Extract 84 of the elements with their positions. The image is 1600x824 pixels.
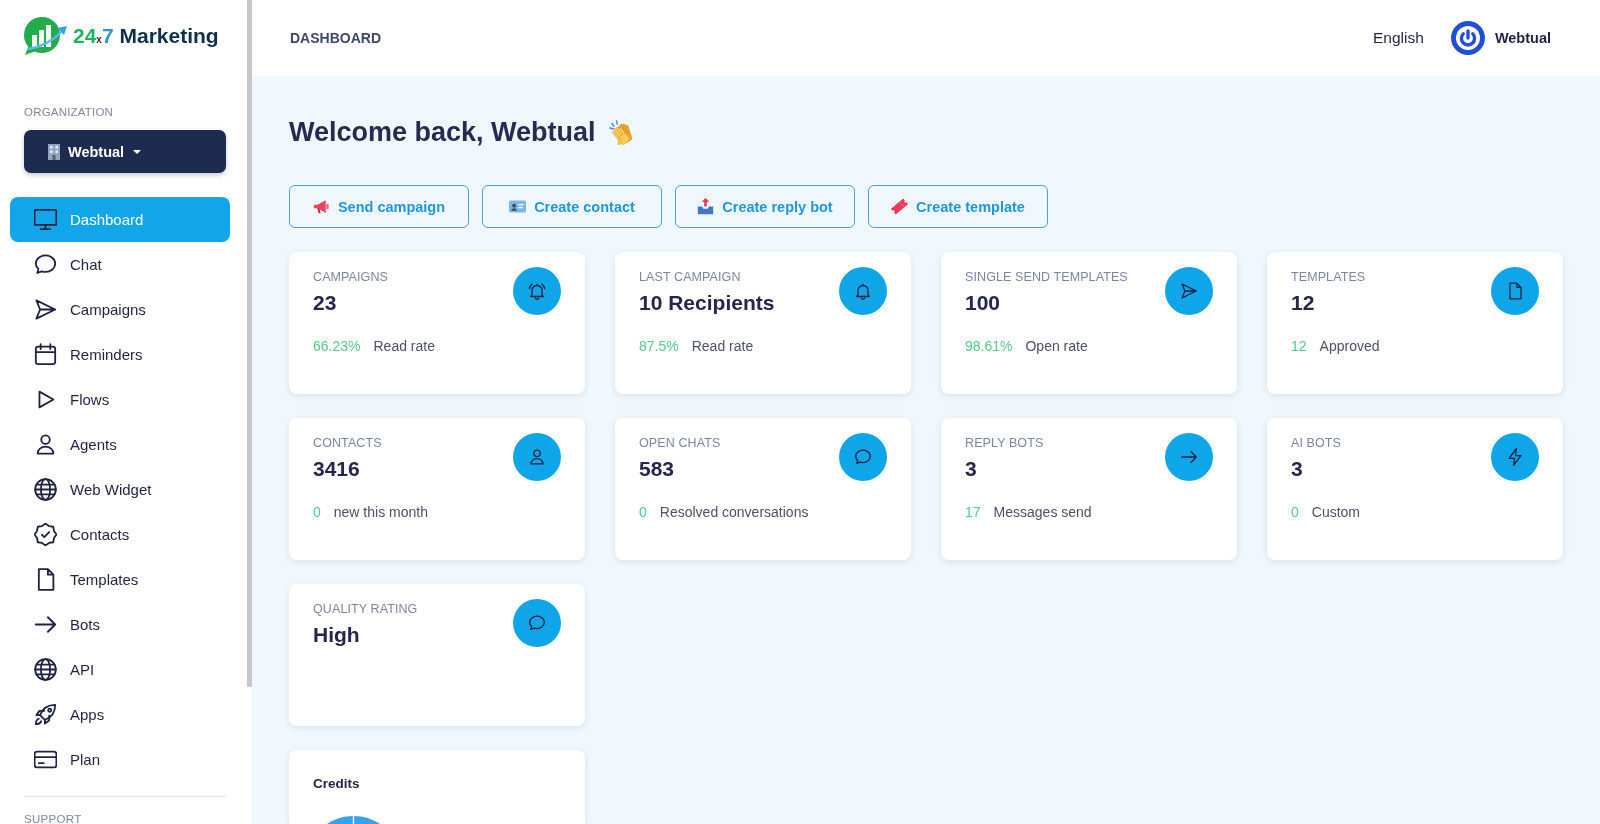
rocket-icon <box>34 703 57 726</box>
stat-value: 66.23% <box>313 337 361 356</box>
globe-icon <box>34 478 57 501</box>
card-value: 23 <box>313 290 337 316</box>
megaphone-icon <box>312 198 330 215</box>
caret-icon <box>133 149 142 154</box>
logo-text: 24x7 Marketing <box>73 24 219 48</box>
scrollbar-thumb[interactable] <box>247 0 252 687</box>
calendar-icon <box>34 343 57 366</box>
card-label: TEMPLATES <box>1291 269 1366 285</box>
stat-value: 12 <box>1291 337 1307 356</box>
stat-value: 17 <box>965 503 981 522</box>
card-label: QUALITY RATING <box>313 601 418 617</box>
card-label: LAST CAMPAIGN <box>639 269 741 285</box>
stat-value: 98.61% <box>965 337 1013 356</box>
card-value: 100 <box>965 290 1001 316</box>
language-selector[interactable]: English <box>1373 29 1424 47</box>
stat-label: Read rate <box>373 337 435 356</box>
card-label: CAMPAIGNS <box>313 269 388 285</box>
credit-card-icon <box>34 748 57 771</box>
person-icon <box>34 433 57 456</box>
nav-item[interactable]: Templates <box>10 557 230 602</box>
chat-bubble-icon <box>839 433 887 481</box>
document-icon <box>1491 267 1539 315</box>
nav-item[interactable]: Reminders <box>10 332 230 377</box>
nav-item[interactable]: Chat <box>10 242 230 287</box>
nav-item[interactable]: Plan <box>10 737 230 782</box>
card-label: AI BOTS <box>1291 435 1342 451</box>
stat-value: 0 <box>1291 503 1299 522</box>
card-value: High <box>313 622 360 648</box>
nav-item[interactable]: Bots <box>10 602 230 647</box>
user-menu[interactable]: Webtual <box>1450 21 1551 55</box>
chat-bubble-icon <box>34 253 57 276</box>
section-label: SUPPORT <box>24 813 82 824</box>
stat-label: Open rate <box>1025 337 1088 356</box>
arrow-right-icon <box>1165 433 1213 481</box>
stat-label: Custom <box>1311 503 1361 522</box>
card-label: REPLY BOTS <box>965 435 1044 451</box>
nav-item[interactable]: Flows <box>10 377 230 422</box>
welcome-heading: Welcome back, Webtual <box>289 116 596 148</box>
arrow-right-icon <box>34 613 57 636</box>
organization-dropdown[interactable]: Webtual <box>24 130 226 173</box>
card-value: 12 <box>1291 290 1315 316</box>
nav-item[interactable]: Web Widget <box>10 467 230 512</box>
lightning-icon <box>1491 433 1539 481</box>
card-value: 3 <box>1291 456 1303 482</box>
nav-item[interactable]: API <box>10 647 230 692</box>
globe-icon <box>34 658 57 681</box>
ringing-bell-icon <box>513 267 561 315</box>
card-title: Credits <box>313 776 360 792</box>
chat-bubble-icon <box>513 599 561 647</box>
nav-item[interactable]: Campaigns <box>10 287 230 332</box>
outbox-tray-icon <box>697 198 715 215</box>
person-icon <box>513 433 561 481</box>
page-title: DASHBOARD <box>290 30 381 46</box>
badge-check-icon <box>34 523 57 546</box>
ticket-icon <box>891 198 909 215</box>
send-icon <box>1165 267 1213 315</box>
monitor-icon <box>34 208 57 231</box>
stat-label: new this month <box>333 503 428 522</box>
nav-item[interactable]: Contacts <box>10 512 230 557</box>
send-icon <box>34 298 57 321</box>
card-value: 583 <box>639 456 675 482</box>
logo-icon <box>22 15 68 57</box>
stat-label: Resolved conversations <box>659 503 809 522</box>
card-label: CONTACTS <box>313 435 382 451</box>
card-value: 3416 <box>313 456 360 482</box>
stat-label: Approved <box>1319 337 1380 356</box>
stat-value: 87.5% <box>639 337 679 356</box>
power-icon <box>1450 21 1485 55</box>
stat-label: Messages send <box>993 503 1092 522</box>
stat-value: 0 <box>639 503 647 522</box>
card-value: 3 <box>965 456 977 482</box>
bell-icon <box>839 267 887 315</box>
card-label: SINGLE SEND TEMPLATES <box>965 269 1128 285</box>
nav-item[interactable]: Apps <box>10 692 230 737</box>
card-value: 10 Recipients <box>639 290 775 316</box>
stat-label: Read rate <box>691 337 754 356</box>
building-icon <box>46 143 62 160</box>
nav-item[interactable]: Agents <box>10 422 230 467</box>
card-label: OPEN CHATS <box>639 435 721 451</box>
id-card-icon <box>509 198 527 215</box>
section-label: ORGANIZATION <box>24 105 114 119</box>
stat-value: 0 <box>313 503 321 522</box>
